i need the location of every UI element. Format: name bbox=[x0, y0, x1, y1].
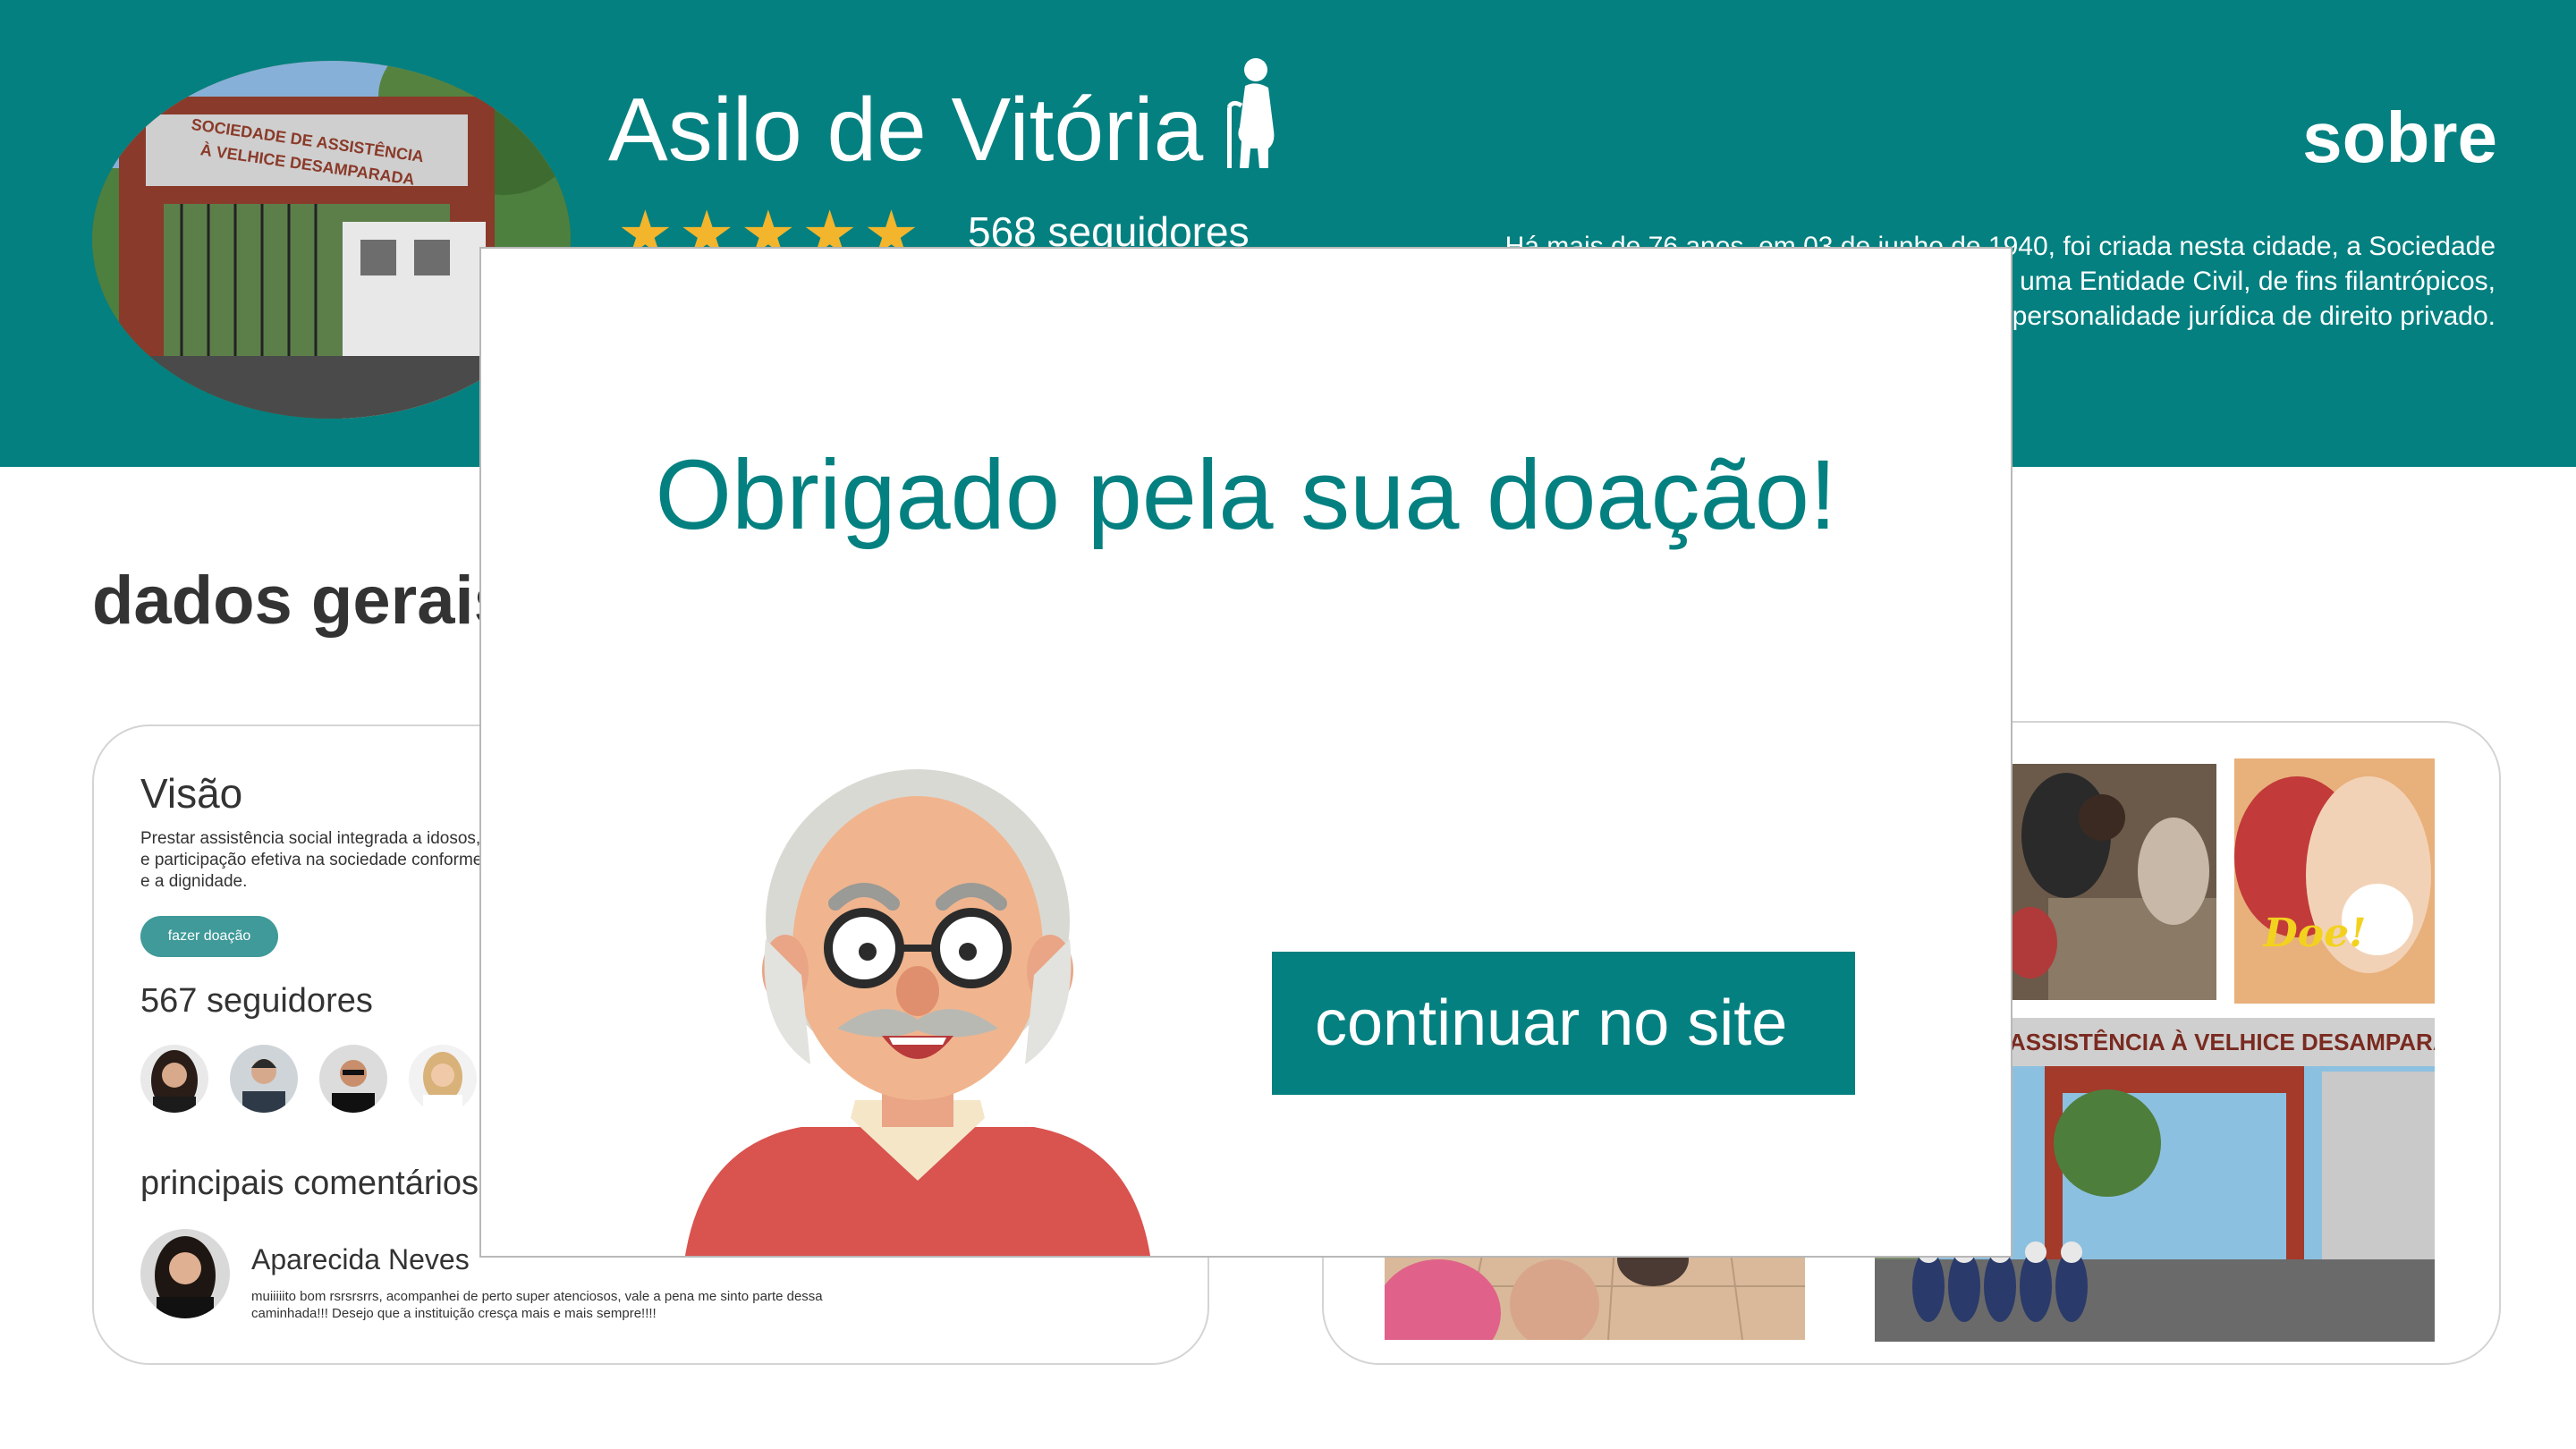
gallery-photo-activity bbox=[2012, 764, 2216, 1000]
vision-title: Visão bbox=[140, 770, 243, 817]
donate-button[interactable]: fazer doação bbox=[140, 916, 278, 957]
about-title: sobre bbox=[2302, 97, 2497, 177]
comment-text: muiiiiito bom rsrsrsrrs, acompanhei de p… bbox=[251, 1289, 823, 1321]
poster-title: Doe! bbox=[2262, 911, 2367, 956]
continue-to-site-button[interactable]: continuar no site bbox=[1272, 952, 1855, 1095]
modal-title: Obrigado pela sua doação! bbox=[655, 440, 1837, 550]
avatar[interactable] bbox=[230, 1045, 298, 1113]
grandpa-illustration bbox=[685, 769, 1150, 1256]
section-title: dados gerais bbox=[92, 563, 512, 639]
avatar[interactable] bbox=[409, 1045, 477, 1113]
comment-author-name: Aparecida Neves bbox=[251, 1243, 470, 1275]
comment-author-avatar bbox=[140, 1229, 230, 1318]
followers-count: 567 seguidores bbox=[140, 982, 373, 1020]
page-title: Asilo de Vitória bbox=[608, 80, 1204, 180]
follower-avatars bbox=[140, 1045, 477, 1113]
gallery-donation-poster: Doe! bbox=[2234, 758, 2435, 1004]
comments-title: principais comentários bbox=[140, 1165, 479, 1202]
donation-thanks-modal: Obrigado pela sua doação! continuar no s… bbox=[479, 247, 2012, 1258]
avatar[interactable] bbox=[319, 1045, 387, 1113]
elderly-person-icon bbox=[1226, 58, 1275, 168]
avatar[interactable] bbox=[140, 1045, 208, 1113]
